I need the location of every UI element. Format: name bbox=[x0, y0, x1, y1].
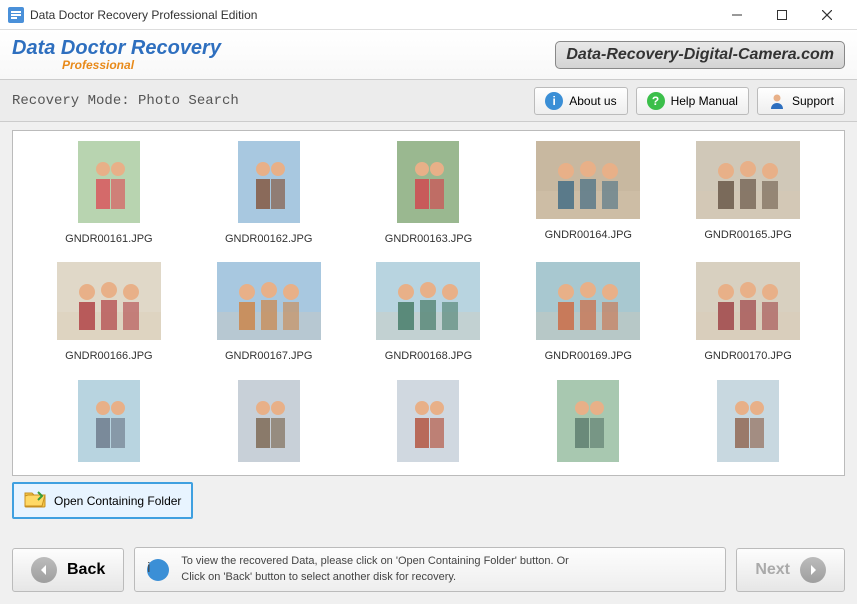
about-label: About us bbox=[569, 94, 616, 108]
help-button[interactable]: ? Help Manual bbox=[636, 87, 749, 115]
thumbnail-filename: GNDR00167.JPG bbox=[225, 350, 312, 362]
thumbnail-filename: GNDR00166.JPG bbox=[65, 350, 152, 362]
app-logo: Data Doctor Recovery Professional bbox=[12, 37, 221, 72]
thumbnail-image bbox=[557, 380, 619, 462]
help-icon: ? bbox=[647, 92, 665, 110]
titlebar: Data Doctor Recovery Professional Editio… bbox=[0, 0, 857, 30]
thumbnail-item[interactable]: GNDR00167.JPG bbox=[191, 262, 347, 375]
header: Data Doctor Recovery Professional Data-R… bbox=[0, 30, 857, 80]
support-label: Support bbox=[792, 94, 834, 108]
thumbnail-item[interactable] bbox=[191, 380, 347, 475]
thumbnail-filename: GNDR00169.JPG bbox=[545, 350, 632, 362]
folder-icon bbox=[24, 490, 46, 511]
close-button[interactable] bbox=[804, 1, 849, 29]
thumbnails-panel: GNDR00161.JPG GNDR00162.JPG GNDR00163.JPG G… bbox=[12, 130, 845, 476]
info-icon: i bbox=[545, 92, 563, 110]
thumbnail-item[interactable] bbox=[351, 380, 507, 475]
hint-line1: To view the recovered Data, please click… bbox=[181, 554, 569, 569]
toolbar: Recovery Mode: Photo Search i About us ?… bbox=[0, 80, 857, 122]
help-label: Help Manual bbox=[671, 94, 738, 108]
support-icon bbox=[768, 92, 786, 110]
maximize-button[interactable] bbox=[759, 1, 804, 29]
thumbnail-image bbox=[217, 262, 321, 340]
window-title: Data Doctor Recovery Professional Editio… bbox=[30, 8, 714, 22]
thumbnail-filename: GNDR00168.JPG bbox=[385, 350, 472, 362]
support-button[interactable]: Support bbox=[757, 87, 845, 115]
logo-main: Data Doctor Recovery bbox=[12, 37, 221, 59]
thumbnail-image bbox=[238, 141, 300, 223]
thumbnail-item[interactable]: GNDR00164.JPG bbox=[510, 141, 666, 258]
thumbnail-item[interactable]: GNDR00166.JPG bbox=[31, 262, 187, 375]
thumbnail-item[interactable] bbox=[510, 380, 666, 475]
thumbnail-filename: GNDR00163.JPG bbox=[385, 233, 472, 245]
thumbnail-image bbox=[696, 262, 800, 340]
minimize-button[interactable] bbox=[714, 1, 759, 29]
next-label: Next bbox=[755, 561, 790, 579]
thumbnail-image bbox=[717, 380, 779, 462]
recovery-mode-label: Recovery Mode: Photo Search bbox=[12, 93, 239, 109]
open-containing-folder-button[interactable]: Open Containing Folder bbox=[12, 482, 193, 519]
hint-box: i To view the recovered Data, please cli… bbox=[134, 547, 726, 592]
thumbnail-item[interactable]: GNDR00162.JPG bbox=[191, 141, 347, 258]
thumbnail-image bbox=[78, 380, 140, 462]
thumbnail-image bbox=[57, 262, 161, 340]
thumbnail-filename: GNDR00162.JPG bbox=[225, 233, 312, 245]
thumbnail-item[interactable]: GNDR00161.JPG bbox=[31, 141, 187, 258]
hint-line2: Click on 'Back' button to select another… bbox=[181, 570, 569, 585]
app-icon bbox=[8, 7, 24, 23]
thumbnail-filename: GNDR00164.JPG bbox=[545, 229, 632, 241]
footer: Back i To view the recovered Data, pleas… bbox=[12, 547, 845, 592]
thumbnail-image bbox=[78, 141, 140, 223]
logo-sub: Professional bbox=[12, 59, 221, 72]
about-button[interactable]: i About us bbox=[534, 87, 627, 115]
arrow-left-icon bbox=[31, 557, 57, 583]
thumbnail-item[interactable]: GNDR00168.JPG bbox=[351, 262, 507, 375]
thumbnail-item[interactable] bbox=[670, 380, 826, 475]
thumbnail-item[interactable]: GNDR00165.JPG bbox=[670, 141, 826, 258]
thumbnail-image bbox=[536, 262, 640, 340]
thumbnail-image bbox=[397, 380, 459, 462]
thumbnail-image bbox=[238, 380, 300, 462]
thumbnail-item[interactable]: GNDR00169.JPG bbox=[510, 262, 666, 375]
thumbnail-image bbox=[376, 262, 480, 340]
thumbnail-item[interactable]: GNDR00170.JPG bbox=[670, 262, 826, 375]
arrow-right-icon bbox=[800, 557, 826, 583]
thumbnail-filename: GNDR00170.JPG bbox=[704, 350, 791, 362]
thumbnail-image bbox=[397, 141, 459, 223]
thumbnail-filename: GNDR00165.JPG bbox=[704, 229, 791, 241]
thumbnail-image bbox=[536, 141, 640, 219]
thumbnail-filename: GNDR00161.JPG bbox=[65, 233, 152, 245]
thumbnail-item[interactable]: GNDR00163.JPG bbox=[351, 141, 507, 258]
url-badge: Data-Recovery-Digital-Camera.com bbox=[555, 41, 845, 69]
open-folder-label: Open Containing Folder bbox=[54, 494, 181, 508]
info-icon: i bbox=[147, 559, 169, 581]
thumbnail-image bbox=[696, 141, 800, 219]
back-button[interactable]: Back bbox=[12, 548, 124, 592]
thumbnail-item[interactable] bbox=[31, 380, 187, 475]
thumbnails-grid[interactable]: GNDR00161.JPG GNDR00162.JPG GNDR00163.JPG G… bbox=[13, 131, 844, 475]
next-button[interactable]: Next bbox=[736, 548, 845, 592]
back-label: Back bbox=[67, 561, 105, 579]
